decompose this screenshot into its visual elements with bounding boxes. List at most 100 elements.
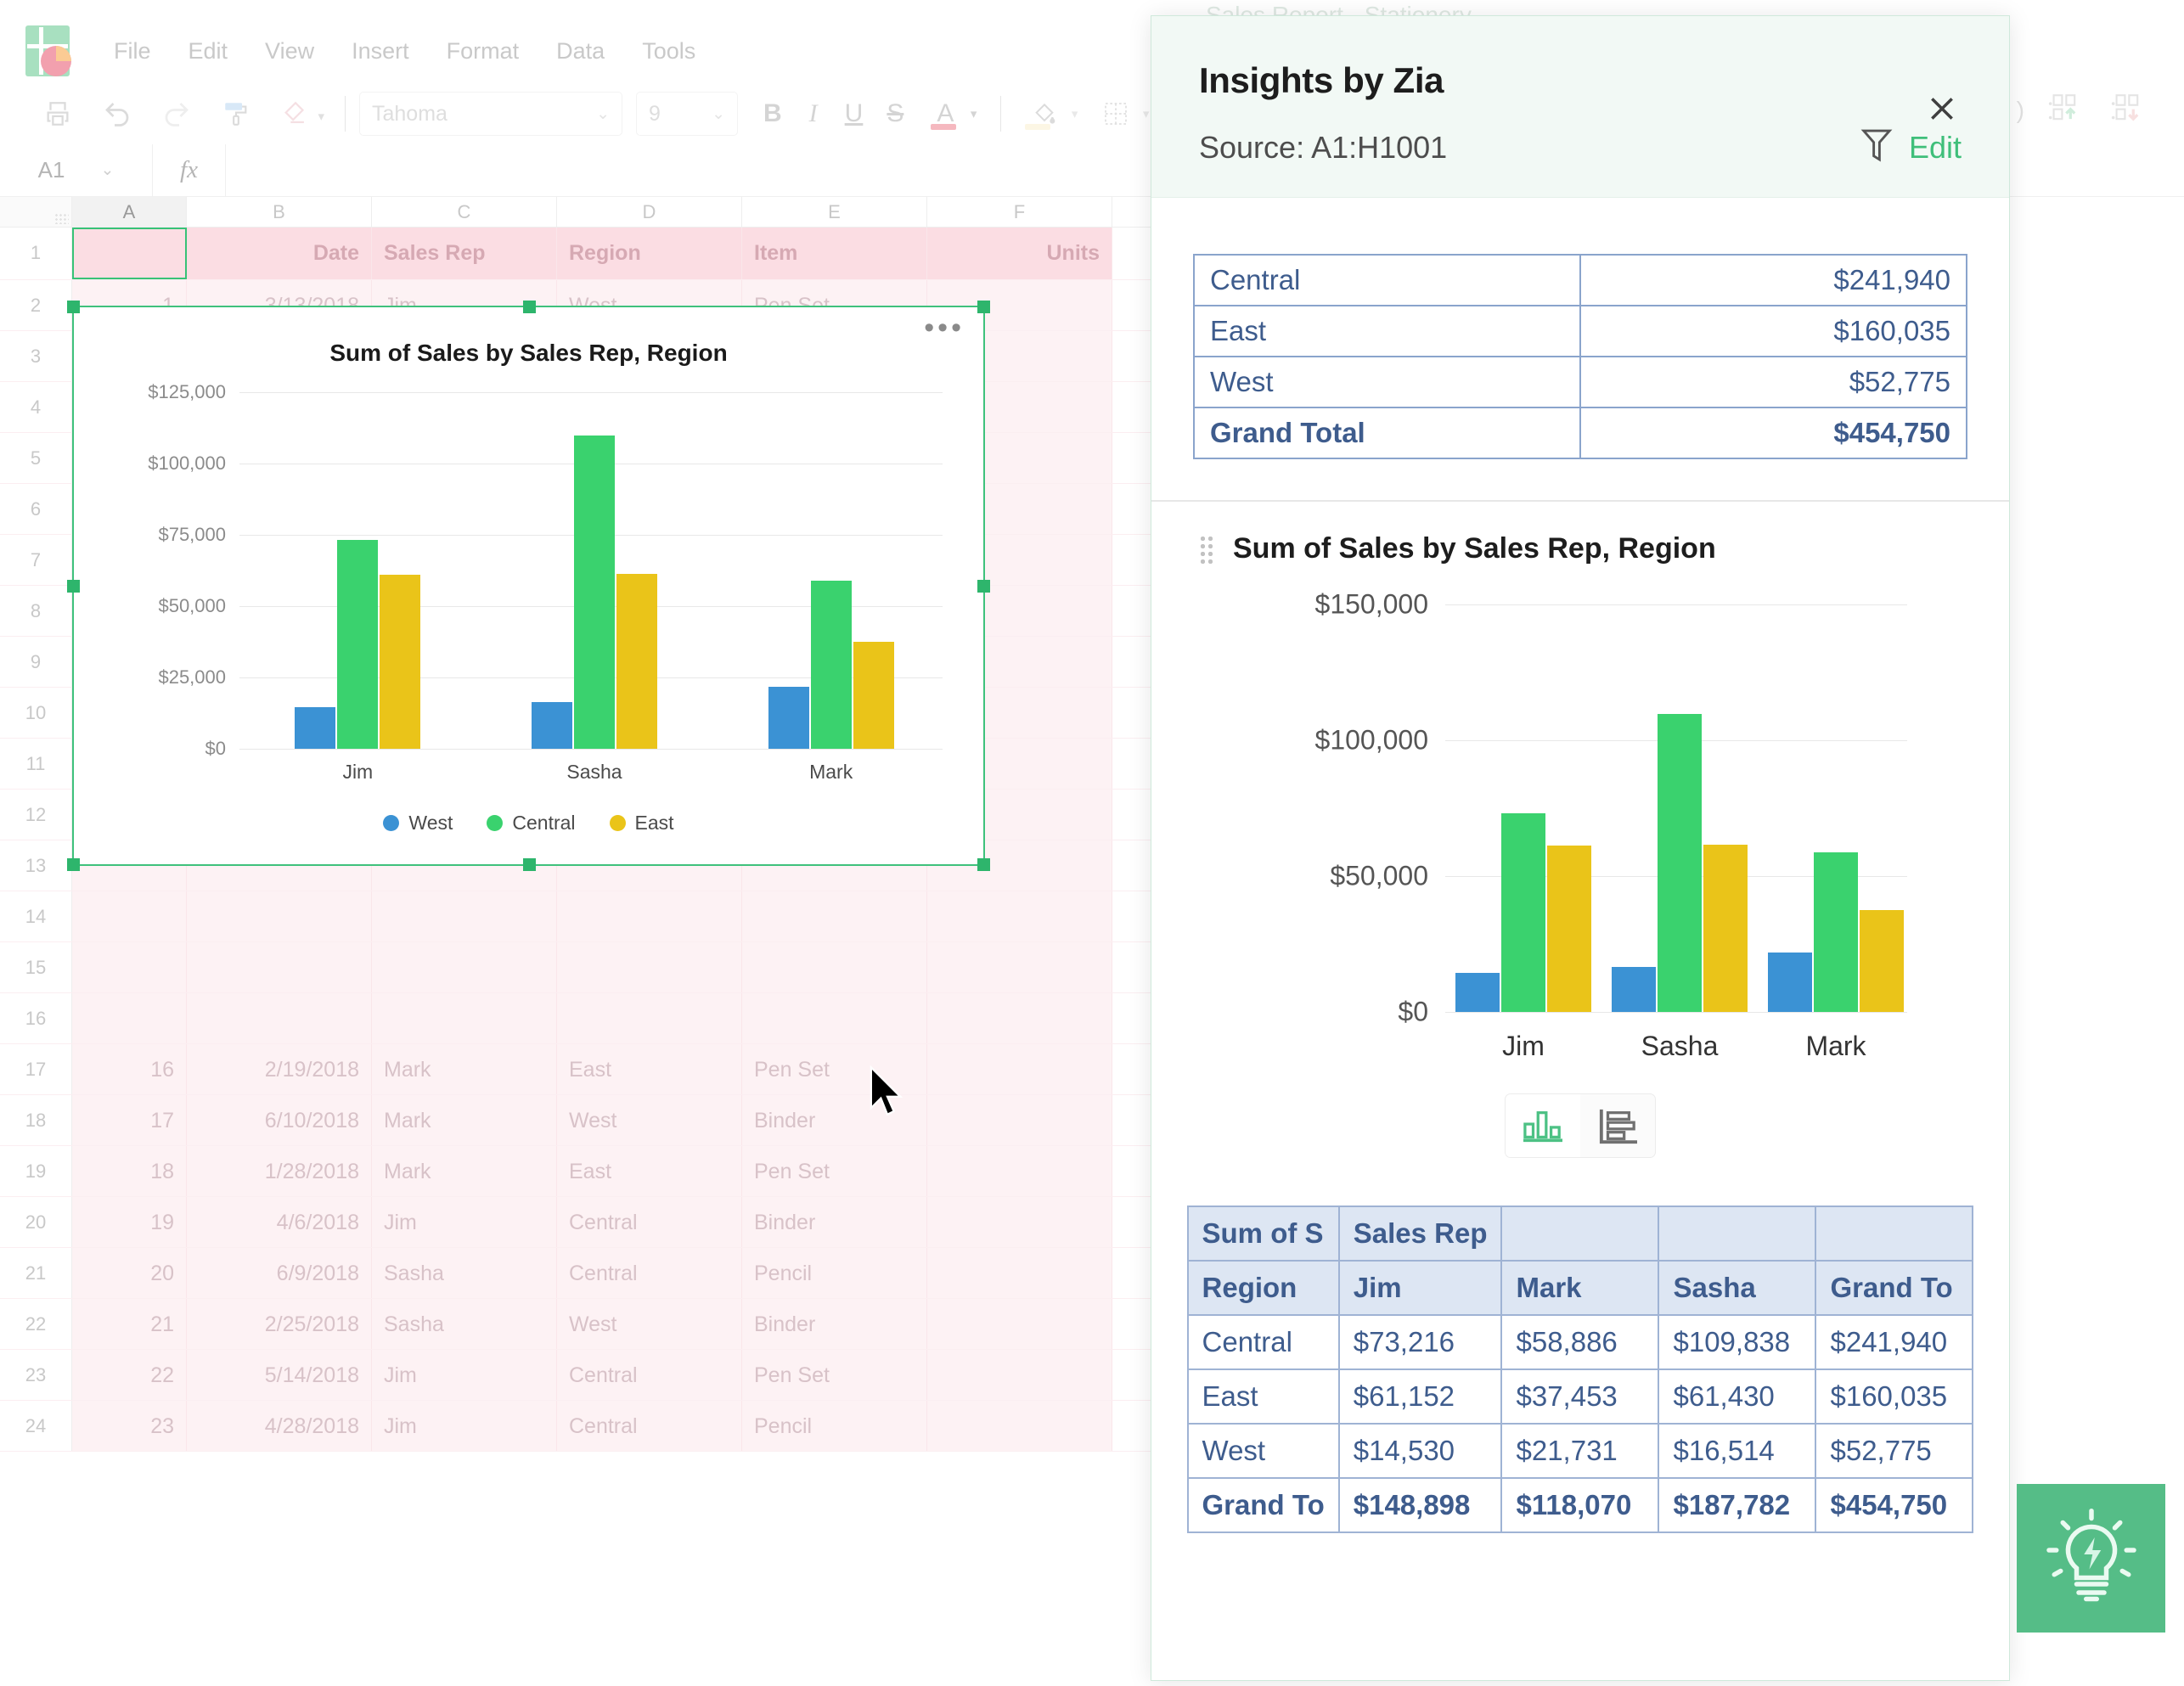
insights-panel-body[interactable]: Central $241,940 East $160,035 West $52,775 Gr… — [1151, 230, 2009, 1680]
row-header[interactable]: 20 — [0, 1197, 72, 1247]
grid-row[interactable]: 24 23 4/28/2018 Jim Central Pencil — [0, 1401, 1189, 1452]
grid-cell[interactable] — [927, 942, 1112, 992]
grid-row[interactable]: 21 20 6/9/2018 Sasha Central Pencil — [0, 1248, 1189, 1299]
grid-cell[interactable] — [742, 993, 927, 1043]
row-header[interactable]: 21 — [0, 1248, 72, 1298]
grid-row[interactable]: 17 16 2/19/2018 Mark East Pen Set — [0, 1044, 1189, 1095]
row-header[interactable]: 3 — [0, 331, 72, 381]
bar-chart-icon[interactable] — [1580, 1094, 1655, 1157]
grid-cell[interactable]: Mark — [372, 1095, 557, 1145]
grid-row[interactable]: 23 22 5/14/2018 Jim Central Pen Set — [0, 1350, 1189, 1401]
grid-cell[interactable] — [927, 1299, 1112, 1349]
grid-cell[interactable]: Date — [187, 228, 372, 279]
grid-cell[interactable]: East — [557, 1044, 742, 1094]
grid-cell[interactable]: 4/28/2018 — [187, 1401, 372, 1451]
column-chart-icon[interactable] — [1506, 1094, 1580, 1157]
column-header-d[interactable]: D — [557, 197, 742, 227]
grid-cell[interactable]: 21 — [72, 1299, 187, 1349]
grid-row[interactable]: 19 18 1/28/2018 Mark East Pen Set — [0, 1146, 1189, 1197]
chart-options-menu-icon[interactable]: ••• — [924, 313, 965, 342]
sheet-chart-object[interactable]: ••• Sum of Sales by Sales Rep, Region $0… — [67, 301, 990, 871]
grid-cell[interactable]: Mark — [372, 1044, 557, 1094]
row-header[interactable]: 7 — [0, 535, 72, 585]
grid-cell[interactable]: 5/14/2018 — [187, 1350, 372, 1400]
column-header-e[interactable]: E — [742, 197, 927, 227]
grid-cell[interactable]: 6/10/2018 — [187, 1095, 372, 1145]
increase-decimal-icon[interactable] — [2048, 92, 2087, 128]
grid-cell[interactable]: Pencil — [742, 1401, 927, 1451]
fx-icon[interactable]: fx — [153, 144, 226, 196]
grid-cell[interactable] — [927, 1146, 1112, 1196]
row-header[interactable]: 4 — [0, 382, 72, 432]
font-size-select[interactable]: 9 ⌄ — [636, 92, 738, 136]
drag-handle-icon[interactable] — [1199, 534, 1214, 564]
grid-cell[interactable]: Sales Rep — [372, 228, 557, 279]
grid-cell[interactable]: 23 — [72, 1401, 187, 1451]
row-header[interactable]: 1 — [0, 228, 72, 279]
grid-cell[interactable]: 16 — [72, 1044, 187, 1094]
row-header[interactable]: 15 — [0, 942, 72, 992]
borders-button[interactable]: ▾ — [1086, 90, 1149, 138]
grid-cell[interactable] — [557, 993, 742, 1043]
row-header[interactable]: 18 — [0, 1095, 72, 1145]
grid-cell[interactable]: Sasha — [372, 1248, 557, 1298]
row-header[interactable]: 17 — [0, 1044, 72, 1094]
menu-item-view[interactable]: View — [265, 38, 314, 65]
menu-item-insert[interactable]: Insert — [352, 38, 409, 65]
grid-row[interactable]: 15 — [0, 942, 1189, 993]
grid-cell[interactable]: Jim — [372, 1401, 557, 1451]
grid-row[interactable]: 20 19 4/6/2018 Jim Central Binder — [0, 1197, 1189, 1248]
row-header[interactable]: 8 — [0, 586, 72, 636]
column-header-b[interactable]: B — [187, 197, 372, 227]
row-header[interactable]: 5 — [0, 433, 72, 483]
menu-item-format[interactable]: Format — [447, 38, 520, 65]
grid-cell[interactable]: West — [557, 1299, 742, 1349]
menu-item-edit[interactable]: Edit — [189, 38, 228, 65]
grid-cell[interactable]: 19 — [72, 1197, 187, 1247]
grid-row[interactable]: 22 21 2/25/2018 Sasha West Binder — [0, 1299, 1189, 1350]
column-header-a[interactable]: A — [72, 197, 187, 227]
grid-row[interactable]: 1 Date Sales Rep Region Item Units — [0, 228, 1189, 280]
grid-cell[interactable] — [927, 1350, 1112, 1400]
grid-cell[interactable]: East — [557, 1146, 742, 1196]
row-header[interactable]: 14 — [0, 891, 72, 941]
grid-cell[interactable] — [72, 993, 187, 1043]
grid-cell[interactable]: Units — [927, 228, 1112, 279]
column-header-c[interactable]: C — [372, 197, 557, 227]
row-header[interactable]: 13 — [0, 840, 72, 891]
grid-cell[interactable]: 17 — [72, 1095, 187, 1145]
grid-cell[interactable] — [72, 228, 187, 279]
bold-button[interactable]: B — [751, 99, 794, 128]
zia-insights-button[interactable] — [2017, 1484, 2165, 1633]
row-header[interactable]: 22 — [0, 1299, 72, 1349]
grid-cell[interactable]: Central — [557, 1248, 742, 1298]
row-header[interactable]: 12 — [0, 790, 72, 840]
grid-cell[interactable]: 2/19/2018 — [187, 1044, 372, 1094]
grid-cell[interactable] — [372, 942, 557, 992]
grid-cell[interactable] — [927, 1044, 1112, 1094]
grid-cell[interactable]: Pen Set — [742, 1146, 927, 1196]
grid-cell[interactable] — [742, 942, 927, 992]
grid-cell[interactable]: Pencil — [742, 1248, 927, 1298]
grid-cell[interactable]: 18 — [72, 1146, 187, 1196]
grid-row[interactable]: 18 17 6/10/2018 Mark West Binder — [0, 1095, 1189, 1146]
close-icon[interactable] — [1919, 86, 1965, 132]
decrease-decimal-icon[interactable] — [2111, 92, 2150, 128]
row-header[interactable]: 11 — [0, 739, 72, 789]
grid-cell[interactable]: Binder — [742, 1197, 927, 1247]
redo-icon[interactable] — [153, 90, 200, 138]
grid-cell[interactable]: Item — [742, 228, 927, 279]
grid-cell[interactable]: Central — [557, 1197, 742, 1247]
grid-cell[interactable] — [187, 993, 372, 1043]
undo-icon[interactable] — [93, 90, 141, 138]
underline-button[interactable]: U — [833, 99, 875, 128]
eraser-icon[interactable]: ▾ — [272, 90, 324, 138]
grid-row[interactable]: 16 — [0, 993, 1189, 1044]
grid-cell[interactable]: Central — [557, 1350, 742, 1400]
strikethrough-button[interactable]: S — [875, 99, 915, 128]
grid-cell[interactable] — [557, 891, 742, 941]
grid-cell[interactable] — [72, 942, 187, 992]
print-icon[interactable] — [34, 90, 82, 138]
grid-cell[interactable] — [927, 891, 1112, 941]
select-all-corner[interactable] — [0, 197, 72, 227]
